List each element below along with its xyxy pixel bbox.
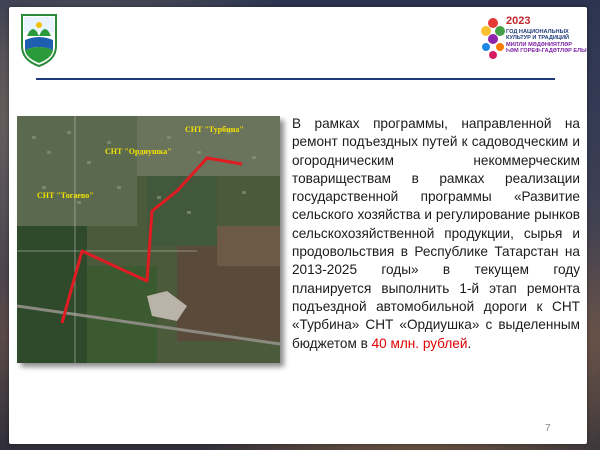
city-emblem-icon <box>19 12 59 68</box>
budget-amount: 40 млн. рублей <box>371 335 468 351</box>
body-paragraph: В рамках программы, направленной на ремо… <box>292 116 580 351</box>
logo-year: 2023 <box>506 15 531 27</box>
logo-line-4: ҺӘМ ГОРЕФ-ГАДӘТЛӘР ЕЛЫ <box>506 48 587 54</box>
body-text: В рамках программы, направленной на ремо… <box>292 115 580 353</box>
map-label-turbina: СНТ "Турбина" <box>185 125 244 134</box>
year-of-cultures-logo: 2023 ГОД НАЦИОНАЛЬНЫХ КУЛЬТУР И ТРАДИЦИЙ… <box>478 15 590 69</box>
map-label-togaevo: СНТ "Тогаево" <box>37 191 94 200</box>
map-label-ordiushka: СНТ "Ордиушка" <box>105 147 172 156</box>
page-number: 7 <box>545 423 551 434</box>
ornament-icon <box>481 18 505 59</box>
logo-line-2: КУЛЬТУР И ТРАДИЦИЙ <box>506 35 569 41</box>
body-period: . <box>467 335 472 351</box>
satellite-map: СНТ "Турбина" СНТ "Ордиушка" СНТ "Тогаев… <box>17 116 280 363</box>
header-divider <box>36 78 555 80</box>
